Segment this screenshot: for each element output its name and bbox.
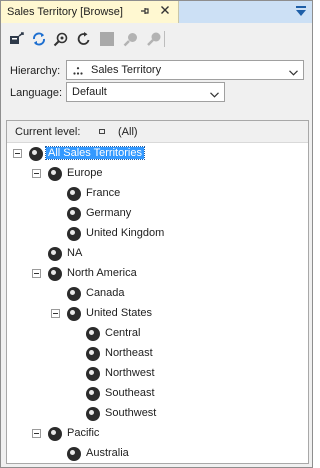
member-icon bbox=[67, 447, 81, 461]
hierarchy-value: Sales Territory bbox=[91, 64, 162, 76]
tree-node-label[interactable]: Australia bbox=[84, 447, 131, 459]
member-icon bbox=[67, 227, 81, 241]
collapse-icon[interactable] bbox=[32, 269, 41, 278]
find-icon bbox=[123, 31, 139, 47]
tree-node-label[interactable]: Central bbox=[103, 327, 142, 339]
reconnect-icon[interactable] bbox=[31, 31, 47, 47]
panel-menu-dropdown-icon[interactable] bbox=[296, 6, 306, 18]
hierarchy-select[interactable]: Sales Territory bbox=[66, 60, 304, 80]
tree-node-label[interactable]: Canada bbox=[84, 287, 127, 299]
tree-node-label[interactable]: All Sales Territories bbox=[45, 146, 145, 160]
process-icon[interactable] bbox=[9, 31, 25, 47]
tree-node[interactable]: Germany bbox=[7, 205, 307, 223]
tree-node[interactable]: NA bbox=[7, 245, 307, 263]
chevron-down-icon bbox=[210, 89, 219, 98]
tree-node-label[interactable]: Germany bbox=[84, 207, 133, 219]
tree-node[interactable]: All Sales Territories bbox=[7, 145, 307, 163]
filter-icon bbox=[146, 31, 162, 47]
tree-node-label[interactable]: United States bbox=[84, 307, 154, 319]
member-icon bbox=[48, 267, 62, 281]
tree-node-label[interactable]: Europe bbox=[65, 167, 104, 179]
language-select[interactable]: Default bbox=[66, 82, 225, 102]
tree-node-label[interactable]: NA bbox=[65, 247, 84, 259]
refresh-icon[interactable] bbox=[76, 31, 92, 47]
collapse-icon[interactable] bbox=[32, 169, 41, 178]
tree-node-label[interactable]: Pacific bbox=[65, 427, 101, 439]
member-icon bbox=[48, 167, 62, 181]
tree-node-label[interactable]: Southwest bbox=[103, 407, 158, 419]
tree-node[interactable]: North America bbox=[7, 265, 307, 283]
collapse-icon[interactable] bbox=[51, 309, 60, 318]
member-icon bbox=[29, 147, 43, 161]
member-icon bbox=[67, 287, 81, 301]
member-icon bbox=[48, 247, 62, 261]
language-value: Default bbox=[72, 86, 107, 98]
member-icon bbox=[86, 407, 100, 421]
tree-node[interactable]: France bbox=[7, 185, 307, 203]
tree-node[interactable]: Northwest bbox=[7, 365, 307, 383]
collapse-icon[interactable] bbox=[32, 429, 41, 438]
panel-title-bar: Sales Territory [Browse] bbox=[1, 1, 312, 23]
member-icon bbox=[86, 327, 100, 341]
tree-node[interactable]: Canada bbox=[7, 285, 307, 303]
member-icon bbox=[67, 307, 81, 321]
member-icon bbox=[67, 187, 81, 201]
hierarchy-icon bbox=[73, 66, 83, 75]
tree-node[interactable]: Central bbox=[7, 325, 307, 343]
current-level-value: (All) bbox=[118, 126, 138, 138]
close-icon[interactable] bbox=[158, 4, 172, 18]
tree-node[interactable]: United States bbox=[7, 305, 307, 323]
current-level-bar: Current level: (All) bbox=[7, 121, 308, 143]
member-tree[interactable]: Current level: (All) All Sales Territori… bbox=[6, 120, 309, 464]
member-icon bbox=[86, 387, 100, 401]
tree-node-label[interactable]: United Kingdom bbox=[84, 227, 166, 239]
chevron-down-icon bbox=[289, 67, 298, 76]
member-icon bbox=[86, 347, 100, 361]
tree-node[interactable]: Southeast bbox=[7, 385, 307, 403]
member-icon bbox=[48, 427, 62, 441]
current-level-label: Current level: bbox=[15, 126, 81, 138]
dimension-browser-panel: Sales Territory [Browse] Hierarchy: Sale… bbox=[0, 0, 313, 468]
member-icon bbox=[86, 367, 100, 381]
level-icon bbox=[99, 129, 105, 134]
tree-node[interactable]: Australia bbox=[7, 445, 307, 463]
tree-node-label[interactable]: France bbox=[84, 187, 122, 199]
tree-node[interactable]: Pacific bbox=[7, 425, 307, 443]
browser-toolbar bbox=[1, 23, 312, 55]
tab-sales-territory-browse[interactable]: Sales Territory [Browse] bbox=[1, 1, 179, 23]
tree-node-label[interactable]: Southeast bbox=[103, 387, 157, 399]
tab-title: Sales Territory [Browse] bbox=[7, 6, 123, 18]
tree-node[interactable]: Southwest bbox=[7, 405, 307, 423]
tree-node-label[interactable]: Northeast bbox=[103, 347, 155, 359]
stop-icon bbox=[99, 31, 115, 47]
tree-node[interactable]: Northeast bbox=[7, 345, 307, 363]
tree-node-label[interactable]: North America bbox=[65, 267, 139, 279]
tree-node[interactable]: Europe bbox=[7, 165, 307, 183]
pin-icon[interactable] bbox=[138, 5, 152, 19]
hierarchy-label: Hierarchy: bbox=[10, 65, 61, 77]
toolbar-separator bbox=[164, 31, 165, 47]
tree-node-label[interactable]: Northwest bbox=[103, 367, 157, 379]
member-icon bbox=[67, 207, 81, 221]
language-label: Language: bbox=[10, 87, 62, 99]
member-properties-icon[interactable] bbox=[53, 31, 69, 47]
collapse-icon[interactable] bbox=[13, 149, 22, 158]
tree-node[interactable]: United Kingdom bbox=[7, 225, 307, 243]
